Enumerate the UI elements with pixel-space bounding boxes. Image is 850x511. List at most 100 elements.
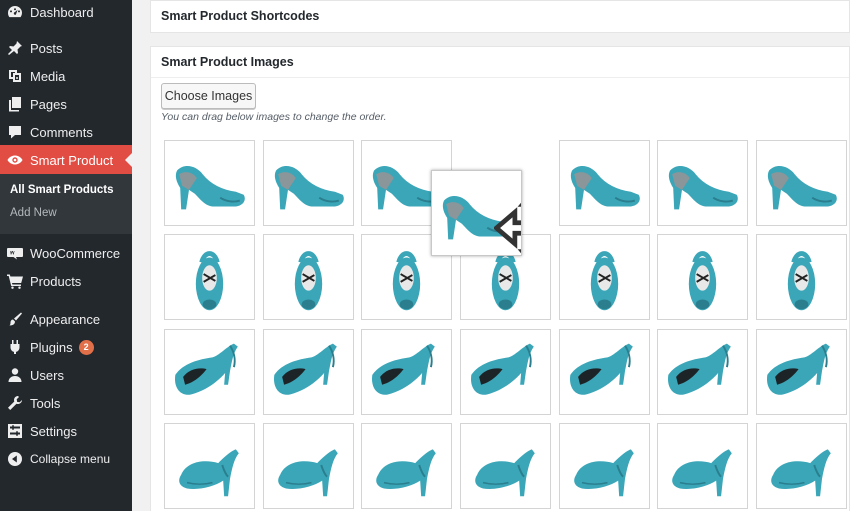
dashboard-icon xyxy=(7,4,23,20)
product-image-thumbnail[interactable] xyxy=(263,423,354,509)
menu-label: Plugins xyxy=(30,339,73,355)
shoe-image xyxy=(570,166,640,210)
shoe-image xyxy=(175,343,238,395)
pin-icon xyxy=(7,40,23,56)
menu-item-dashboard[interactable]: Dashboard xyxy=(0,0,132,27)
shoe-image xyxy=(372,343,435,395)
shoe-image xyxy=(574,449,634,497)
shoe-image xyxy=(668,166,738,210)
product-image-thumbnail[interactable] xyxy=(263,234,354,320)
comment-icon xyxy=(7,124,23,140)
shoe-image xyxy=(274,343,337,395)
menu-item-smart-product[interactable]: Smart Product xyxy=(0,145,133,175)
product-image-thumbnail[interactable] xyxy=(559,423,650,509)
product-image-thumbnail[interactable] xyxy=(657,423,748,509)
admin-sidebar: Dashboard Posts Media Pages Comments Sma… xyxy=(0,0,133,511)
shoe-image xyxy=(771,449,831,497)
pages-icon xyxy=(7,96,23,112)
menu-item-comments[interactable]: Comments xyxy=(0,117,132,147)
shoe-image xyxy=(376,449,436,497)
menu-item-tools[interactable]: Tools xyxy=(0,388,132,418)
product-image-thumbnail[interactable] xyxy=(756,329,847,415)
menu-item-settings[interactable]: Settings xyxy=(0,416,132,446)
menu-item-appearance[interactable]: Appearance xyxy=(0,304,132,334)
product-image-thumbnail[interactable] xyxy=(164,423,255,509)
settings-icon xyxy=(7,423,23,439)
menu-item-plugins[interactable]: Plugins 2 xyxy=(0,332,132,362)
product-image-thumbnail[interactable] xyxy=(559,234,650,320)
shoe-image xyxy=(278,449,338,497)
menu-label: Users xyxy=(30,367,64,383)
menu-item-posts[interactable]: Posts xyxy=(0,33,132,63)
choose-images-button[interactable]: Choose Images xyxy=(161,83,256,109)
current-menu-arrow xyxy=(125,152,133,168)
menu-label: Appearance xyxy=(30,311,101,327)
menu-item-users[interactable]: Users xyxy=(0,360,132,390)
menu-item-products[interactable]: Products xyxy=(0,266,132,296)
product-image-thumbnail[interactable] xyxy=(657,140,748,226)
product-image-thumbnail[interactable] xyxy=(657,234,748,320)
submenu-all-smart-products[interactable]: All Smart Products xyxy=(10,184,114,196)
shoe-image xyxy=(175,166,245,210)
collapse-menu-button[interactable]: Collapse menu xyxy=(0,444,132,474)
shoe-image xyxy=(672,449,732,497)
product-image-thumbnail[interactable] xyxy=(756,140,847,226)
submenu-add-new[interactable]: Add New xyxy=(10,207,57,219)
menu-label: Smart Product xyxy=(30,152,114,168)
cart-icon xyxy=(7,273,23,289)
menu-label: Comments xyxy=(30,124,93,140)
shoe-image xyxy=(179,449,239,497)
dragging-image-thumbnail[interactable] xyxy=(431,170,522,256)
menu-label: Tools xyxy=(30,395,61,411)
shoe-image xyxy=(767,343,830,395)
brush-icon xyxy=(7,311,23,327)
shoe-image xyxy=(475,449,535,497)
collapse-icon xyxy=(7,451,23,467)
menu-label: Dashboard xyxy=(30,4,94,20)
smart-product-submenu: All Smart Products Add New xyxy=(0,174,132,234)
product-image-thumbnail[interactable] xyxy=(756,423,847,509)
shoe-image xyxy=(688,251,717,311)
product-image-thumbnail[interactable] xyxy=(164,234,255,320)
shoe-image xyxy=(767,166,837,210)
product-image-thumbnail[interactable] xyxy=(559,329,650,415)
menu-label: Settings xyxy=(30,423,77,439)
wrench-icon xyxy=(7,395,23,411)
shortcodes-metabox-title[interactable]: Smart Product Shortcodes xyxy=(151,1,849,32)
shoe-image xyxy=(787,251,816,311)
woocommerce-icon xyxy=(7,245,23,261)
product-image-thumbnail[interactable] xyxy=(657,329,748,415)
eye-icon xyxy=(7,152,23,168)
menu-label: Posts xyxy=(30,40,63,56)
menu-item-media[interactable]: Media xyxy=(0,61,132,91)
images-metabox-title[interactable]: Smart Product Images xyxy=(151,47,849,78)
user-icon xyxy=(7,367,23,383)
plugins-update-count-badge: 2 xyxy=(78,339,94,355)
shortcodes-metabox: Smart Product Shortcodes xyxy=(150,0,850,33)
product-image-thumbnail[interactable] xyxy=(460,329,551,415)
menu-item-woocommerce[interactable]: WooCommerce xyxy=(0,238,132,268)
product-image-thumbnail[interactable] xyxy=(164,140,255,226)
product-image-thumbnail[interactable] xyxy=(263,140,354,226)
product-image-thumbnail[interactable] xyxy=(361,329,452,415)
product-image-thumbnail[interactable] xyxy=(559,140,650,226)
product-image-thumbnail[interactable] xyxy=(361,423,452,509)
shoe-image xyxy=(294,251,323,311)
shoe-image xyxy=(471,343,534,395)
move-cursor-icon xyxy=(494,202,521,254)
menu-label: Media xyxy=(30,68,66,84)
product-image-thumbnail[interactable] xyxy=(164,329,255,415)
product-image-thumbnail[interactable] xyxy=(460,423,551,509)
menu-label: Collapse menu xyxy=(30,452,111,466)
plug-icon xyxy=(7,339,23,355)
drag-hint-text: You can drag below images to change the … xyxy=(161,111,387,123)
menu-label: WooCommerce xyxy=(30,245,121,261)
product-image-thumbnail[interactable] xyxy=(756,234,847,320)
product-image-thumbnail[interactable] xyxy=(263,329,354,415)
shoe-image xyxy=(570,343,633,395)
menu-item-pages[interactable]: Pages xyxy=(0,89,132,119)
shoe-image xyxy=(590,251,619,311)
shoe-image xyxy=(195,251,224,311)
media-icon xyxy=(7,68,23,84)
shoe-image xyxy=(668,343,731,395)
